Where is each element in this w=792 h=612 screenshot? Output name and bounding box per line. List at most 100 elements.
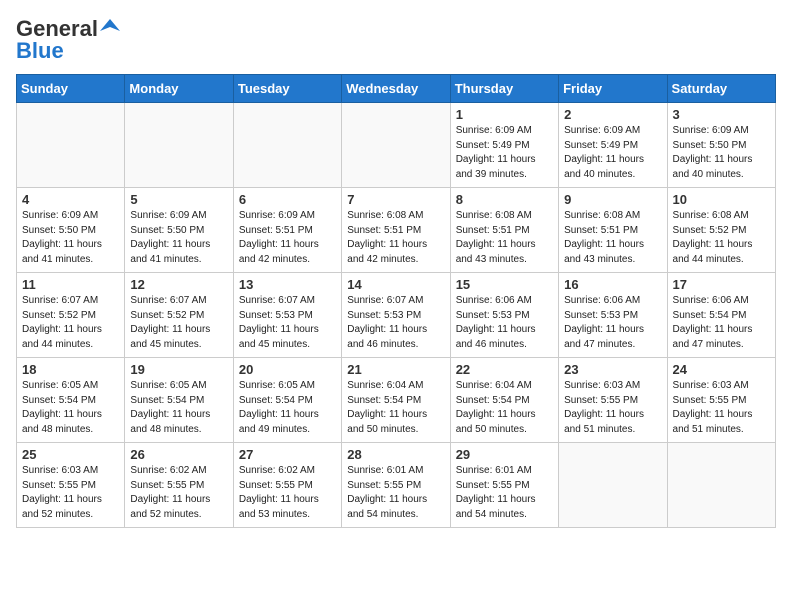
day-number: 20 (239, 362, 336, 377)
calendar-cell (559, 443, 667, 528)
cell-sun-info: Sunrise: 6:08 AMSunset: 5:51 PMDaylight:… (564, 209, 661, 267)
weekday-header-sunday: Sunday (17, 75, 125, 103)
day-number: 2 (564, 107, 661, 122)
cell-sun-info: Sunrise: 6:01 AMSunset: 5:55 PMDaylight:… (347, 464, 444, 522)
cell-sun-info: Sunrise: 6:03 AMSunset: 5:55 PMDaylight:… (22, 464, 119, 522)
calendar-cell: 22 Sunrise: 6:04 AMSunset: 5:54 PMDayligh… (450, 358, 558, 443)
calendar-cell: 23 Sunrise: 6:03 AMSunset: 5:55 PMDayligh… (559, 358, 667, 443)
day-number: 24 (673, 362, 770, 377)
weekday-header-saturday: Saturday (667, 75, 775, 103)
page-header: General Blue (16, 16, 776, 64)
cell-sun-info: Sunrise: 6:05 AMSunset: 5:54 PMDaylight:… (22, 379, 119, 437)
day-number: 11 (22, 277, 119, 292)
day-number: 4 (22, 192, 119, 207)
day-number: 13 (239, 277, 336, 292)
cell-sun-info: Sunrise: 6:09 AMSunset: 5:50 PMDaylight:… (673, 124, 770, 182)
day-number: 15 (456, 277, 553, 292)
cell-sun-info: Sunrise: 6:09 AMSunset: 5:50 PMDaylight:… (22, 209, 119, 267)
calendar-cell: 20 Sunrise: 6:05 AMSunset: 5:54 PMDayligh… (233, 358, 341, 443)
cell-sun-info: Sunrise: 6:08 AMSunset: 5:52 PMDaylight:… (673, 209, 770, 267)
weekday-header-wednesday: Wednesday (342, 75, 450, 103)
calendar-cell: 19 Sunrise: 6:05 AMSunset: 5:54 PMDayligh… (125, 358, 233, 443)
day-number: 28 (347, 447, 444, 462)
calendar-cell: 26 Sunrise: 6:02 AMSunset: 5:55 PMDayligh… (125, 443, 233, 528)
cell-sun-info: Sunrise: 6:06 AMSunset: 5:53 PMDaylight:… (564, 294, 661, 352)
day-number: 16 (564, 277, 661, 292)
logo-bird-icon (100, 17, 120, 37)
logo: General Blue (16, 16, 120, 64)
calendar-cell (342, 103, 450, 188)
calendar-cell: 25 Sunrise: 6:03 AMSunset: 5:55 PMDayligh… (17, 443, 125, 528)
cell-sun-info: Sunrise: 6:03 AMSunset: 5:55 PMDaylight:… (564, 379, 661, 437)
calendar-cell: 15 Sunrise: 6:06 AMSunset: 5:53 PMDayligh… (450, 273, 558, 358)
calendar-cell: 9 Sunrise: 6:08 AMSunset: 5:51 PMDaylight… (559, 188, 667, 273)
calendar-cell: 28 Sunrise: 6:01 AMSunset: 5:55 PMDayligh… (342, 443, 450, 528)
day-number: 10 (673, 192, 770, 207)
calendar-table: SundayMondayTuesdayWednesdayThursdayFrid… (16, 74, 776, 528)
calendar-cell: 1 Sunrise: 6:09 AMSunset: 5:49 PMDaylight… (450, 103, 558, 188)
calendar-cell: 13 Sunrise: 6:07 AMSunset: 5:53 PMDayligh… (233, 273, 341, 358)
calendar-cell: 24 Sunrise: 6:03 AMSunset: 5:55 PMDayligh… (667, 358, 775, 443)
day-number: 23 (564, 362, 661, 377)
calendar-cell: 10 Sunrise: 6:08 AMSunset: 5:52 PMDayligh… (667, 188, 775, 273)
day-number: 14 (347, 277, 444, 292)
calendar-cell (667, 443, 775, 528)
day-number: 27 (239, 447, 336, 462)
calendar-cell: 29Sunrise: 6:01 AMSunset: 5:55 PMDayligh… (450, 443, 558, 528)
cell-sun-info: Sunrise: 6:01 AMSunset: 5:55 PMDaylight:… (456, 464, 553, 522)
cell-sun-info: Sunrise: 6:05 AMSunset: 5:54 PMDaylight:… (239, 379, 336, 437)
cell-sun-info: Sunrise: 6:08 AMSunset: 5:51 PMDaylight:… (456, 209, 553, 267)
cell-sun-info: Sunrise: 6:09 AMSunset: 5:49 PMDaylight:… (564, 124, 661, 182)
day-number: 17 (673, 277, 770, 292)
calendar-cell: 2 Sunrise: 6:09 AMSunset: 5:49 PMDaylight… (559, 103, 667, 188)
day-number: 18 (22, 362, 119, 377)
day-number: 6 (239, 192, 336, 207)
day-number: 8 (456, 192, 553, 207)
calendar-cell: 5 Sunrise: 6:09 AMSunset: 5:50 PMDaylight… (125, 188, 233, 273)
calendar-week-2: 4 Sunrise: 6:09 AMSunset: 5:50 PMDaylight… (17, 188, 776, 273)
calendar-cell: 17 Sunrise: 6:06 AMSunset: 5:54 PMDayligh… (667, 273, 775, 358)
day-number: 5 (130, 192, 227, 207)
calendar-cell: 4 Sunrise: 6:09 AMSunset: 5:50 PMDaylight… (17, 188, 125, 273)
cell-sun-info: Sunrise: 6:03 AMSunset: 5:55 PMDaylight:… (673, 379, 770, 437)
cell-sun-info: Sunrise: 6:09 AMSunset: 5:49 PMDaylight:… (456, 124, 553, 182)
cell-sun-info: Sunrise: 6:04 AMSunset: 5:54 PMDaylight:… (456, 379, 553, 437)
cell-sun-info: Sunrise: 6:07 AMSunset: 5:53 PMDaylight:… (347, 294, 444, 352)
calendar-cell (125, 103, 233, 188)
cell-sun-info: Sunrise: 6:06 AMSunset: 5:53 PMDaylight:… (456, 294, 553, 352)
day-number: 22 (456, 362, 553, 377)
day-number: 19 (130, 362, 227, 377)
day-number: 9 (564, 192, 661, 207)
cell-sun-info: Sunrise: 6:07 AMSunset: 5:52 PMDaylight:… (22, 294, 119, 352)
day-number: 7 (347, 192, 444, 207)
cell-sun-info: Sunrise: 6:08 AMSunset: 5:51 PMDaylight:… (347, 209, 444, 267)
cell-sun-info: Sunrise: 6:06 AMSunset: 5:54 PMDaylight:… (673, 294, 770, 352)
calendar-cell: 11 Sunrise: 6:07 AMSunset: 5:52 PMDayligh… (17, 273, 125, 358)
logo-blue: Blue (16, 38, 64, 64)
cell-sun-info: Sunrise: 6:02 AMSunset: 5:55 PMDaylight:… (239, 464, 336, 522)
cell-sun-info: Sunrise: 6:04 AMSunset: 5:54 PMDaylight:… (347, 379, 444, 437)
calendar-cell: 3 Sunrise: 6:09 AMSunset: 5:50 PMDaylight… (667, 103, 775, 188)
calendar-cell: 6 Sunrise: 6:09 AMSunset: 5:51 PMDaylight… (233, 188, 341, 273)
calendar-cell (233, 103, 341, 188)
cell-sun-info: Sunrise: 6:09 AMSunset: 5:51 PMDaylight:… (239, 209, 336, 267)
weekday-header-friday: Friday (559, 75, 667, 103)
weekday-header-thursday: Thursday (450, 75, 558, 103)
cell-sun-info: Sunrise: 6:05 AMSunset: 5:54 PMDaylight:… (130, 379, 227, 437)
calendar-cell: 21Sunrise: 6:04 AMSunset: 5:54 PMDayligh… (342, 358, 450, 443)
cell-sun-info: Sunrise: 6:07 AMSunset: 5:52 PMDaylight:… (130, 294, 227, 352)
day-number: 3 (673, 107, 770, 122)
day-number: 25 (22, 447, 119, 462)
day-number: 26 (130, 447, 227, 462)
calendar-week-3: 11 Sunrise: 6:07 AMSunset: 5:52 PMDayligh… (17, 273, 776, 358)
calendar-header-row: SundayMondayTuesdayWednesdayThursdayFrid… (17, 75, 776, 103)
calendar-cell: 18 Sunrise: 6:05 AMSunset: 5:54 PMDayligh… (17, 358, 125, 443)
cell-sun-info: Sunrise: 6:09 AMSunset: 5:50 PMDaylight:… (130, 209, 227, 267)
calendar-cell: 16 Sunrise: 6:06 AMSunset: 5:53 PMDayligh… (559, 273, 667, 358)
calendar-cell: 14 Sunrise: 6:07 AMSunset: 5:53 PMDayligh… (342, 273, 450, 358)
cell-sun-info: Sunrise: 6:02 AMSunset: 5:55 PMDaylight:… (130, 464, 227, 522)
day-number: 1 (456, 107, 553, 122)
calendar-cell: 8 Sunrise: 6:08 AMSunset: 5:51 PMDaylight… (450, 188, 558, 273)
weekday-header-monday: Monday (125, 75, 233, 103)
cell-sun-info: Sunrise: 6:07 AMSunset: 5:53 PMDaylight:… (239, 294, 336, 352)
